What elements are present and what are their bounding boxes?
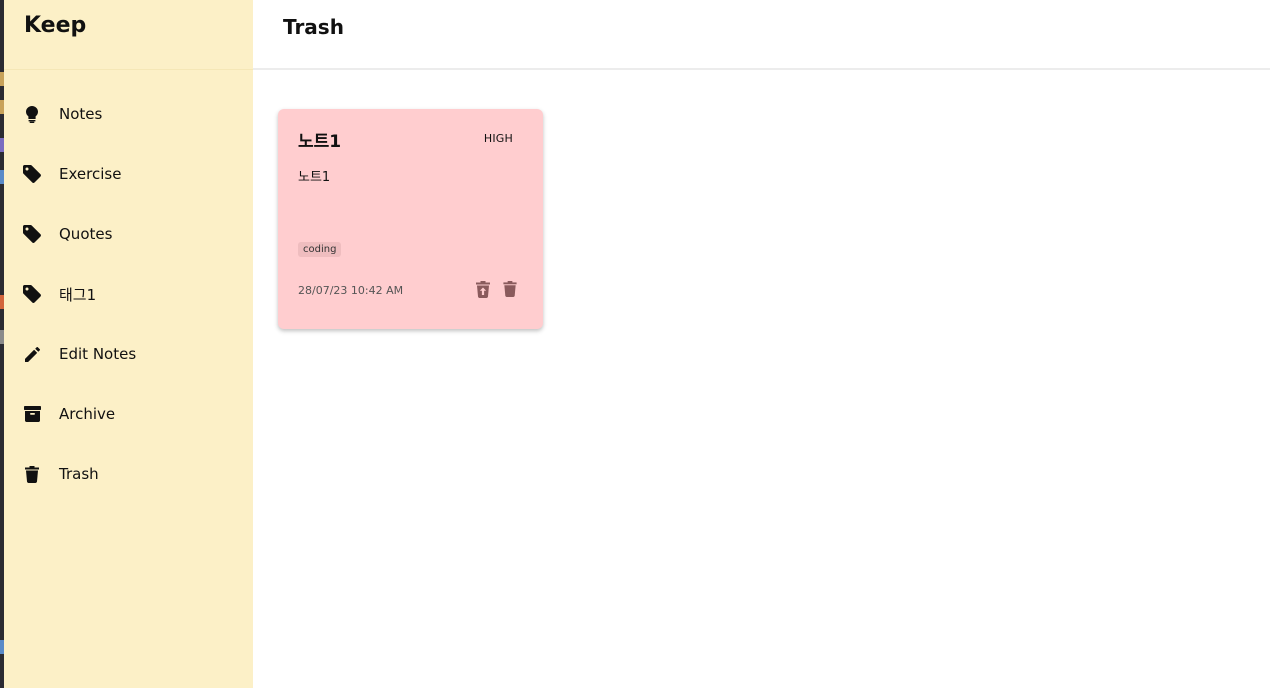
tag-icon <box>22 164 42 184</box>
sidebar-item-quotes[interactable]: Quotes <box>4 204 253 264</box>
sidebar-item-trash[interactable]: Trash <box>4 444 253 504</box>
sidebar-item-label: Notes <box>59 105 103 123</box>
sidebar: Keep Notes Exercise Quotes 태그1 Edit Note… <box>4 0 253 688</box>
sidebar-item-label: 태그1 <box>59 285 97 304</box>
note-priority: HIGH <box>483 132 513 145</box>
restore-icon[interactable] <box>474 280 492 298</box>
note-date: 28/07/23 10:42 AM <box>298 284 404 297</box>
sidebar-item-edit-notes[interactable]: Edit Notes <box>4 324 253 384</box>
sidebar-item-label: Archive <box>59 405 116 423</box>
note-body: 노트1 <box>298 170 331 185</box>
delete-forever-icon[interactable] <box>501 280 519 298</box>
app-brand: Keep <box>24 13 87 38</box>
lightbulb-icon <box>22 104 42 124</box>
sidebar-item-notes[interactable]: Notes <box>4 84 253 144</box>
trash-icon <box>22 464 42 484</box>
note-actions <box>474 280 519 298</box>
sidebar-item-label: Exercise <box>59 165 122 183</box>
archive-icon <box>22 404 42 424</box>
sidebar-item-label: Edit Notes <box>59 345 137 363</box>
tag-icon <box>22 224 42 244</box>
note-card[interactable]: 노트1 HIGH 노트1 coding 28/07/23 10:42 AM <box>278 109 543 329</box>
sidebar-nav: Notes Exercise Quotes 태그1 Edit Notes Arc… <box>4 84 253 504</box>
sidebar-header: Keep <box>4 0 253 70</box>
pencil-icon <box>22 344 42 364</box>
sidebar-item-label: Trash <box>59 465 99 483</box>
note-title: 노트1 <box>298 132 342 152</box>
note-tag-chip[interactable]: coding <box>298 242 342 257</box>
sidebar-item-tag1[interactable]: 태그1 <box>4 264 253 324</box>
page-title: Trash <box>283 15 344 39</box>
sidebar-item-archive[interactable]: Archive <box>4 384 253 444</box>
sidebar-item-exercise[interactable]: Exercise <box>4 144 253 204</box>
tag-icon <box>22 284 42 304</box>
top-bar: Trash <box>253 0 1270 70</box>
sidebar-item-label: Quotes <box>59 225 113 243</box>
